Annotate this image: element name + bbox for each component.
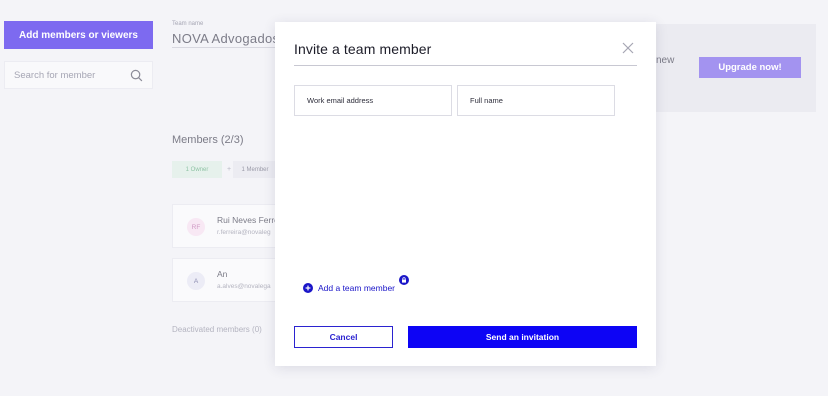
plus-circle-icon	[303, 283, 313, 293]
member-card[interactable]: A An a.alves@novalega	[172, 258, 282, 302]
deactivated-members-title[interactable]: Deactivated members (0)	[172, 325, 262, 334]
search-icon[interactable]	[130, 69, 143, 82]
add-members-button[interactable]: Add members or viewers	[4, 21, 153, 49]
member-name: An	[217, 269, 228, 279]
member-count-badge: 1 Member	[233, 161, 277, 178]
lock-icon	[399, 275, 409, 285]
team-name-underline	[172, 47, 276, 48]
avatar: RF	[187, 218, 205, 236]
work-email-input[interactable]	[294, 85, 452, 116]
member-card[interactable]: RF Rui Neves Ferre r.ferreira@novaleg	[172, 204, 282, 248]
member-search[interactable]: Search for member	[4, 61, 153, 89]
upgrade-button[interactable]: Upgrade now!	[699, 57, 801, 78]
close-icon[interactable]	[622, 42, 634, 54]
search-placeholder: Search for member	[14, 69, 96, 81]
owner-count-badge: 1 Owner	[172, 161, 222, 178]
member-email: r.ferreira@novaleg	[217, 229, 271, 236]
add-team-member-label: Add a team member	[318, 283, 396, 293]
full-name-input[interactable]	[457, 85, 615, 116]
modal-title: Invite a team member	[294, 41, 432, 57]
members-title: Members (2/3)	[172, 134, 244, 146]
team-name-field[interactable]: NOVA Advogados	[172, 31, 279, 46]
upgrade-text: new	[656, 55, 675, 66]
member-name: Rui Neves Ferre	[217, 215, 279, 225]
add-team-member-link[interactable]: Add a team member	[303, 283, 395, 293]
avatar: A	[187, 272, 205, 290]
send-invitation-button[interactable]: Send an invitation	[408, 326, 637, 348]
modal-divider	[294, 65, 637, 66]
invite-modal: Invite a team member Add a team member C…	[275, 22, 656, 366]
member-email: a.alves@novalega	[217, 283, 271, 290]
team-name-label: Team name	[172, 21, 204, 27]
badge-separator: +	[227, 166, 232, 173]
cancel-button[interactable]: Cancel	[294, 326, 393, 348]
